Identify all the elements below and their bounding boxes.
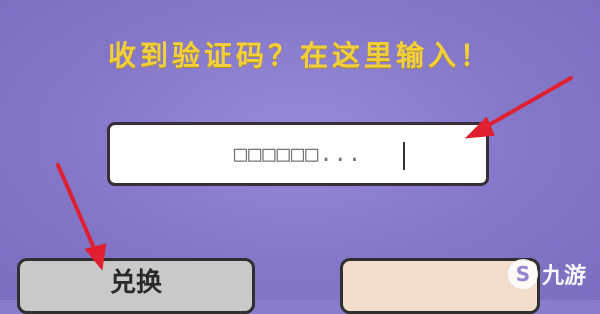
- watermark: S 九游: [508, 256, 586, 292]
- redeem-button-label: 兑换: [109, 268, 162, 298]
- code-input-box[interactable]: [107, 122, 489, 186]
- text-caret: [403, 142, 405, 170]
- code-input[interactable]: [126, 140, 470, 168]
- prompt-text: 收到验证码？在这里输入！: [107, 39, 492, 72]
- redeem-button[interactable]: 兑换: [17, 258, 255, 314]
- watermark-logo-icon: S: [508, 259, 538, 289]
- watermark-text: 九游: [542, 264, 587, 289]
